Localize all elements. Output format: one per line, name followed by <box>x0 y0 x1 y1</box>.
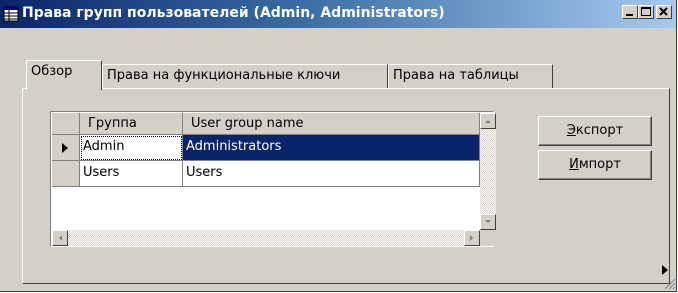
arrow-left-icon <box>59 235 62 241</box>
title-bar[interactable]: Права групп пользователей (Admin, Admini… <box>0 0 676 28</box>
tab-table-rights[interactable]: Права на таблицы <box>388 64 553 88</box>
minimize-button[interactable] <box>622 5 638 19</box>
triangle-right-icon <box>62 143 68 153</box>
tab-function-key-rights[interactable]: Права на функциональные ключи <box>102 64 388 88</box>
tab-overview[interactable]: Обзор <box>26 60 102 90</box>
row-indicator[interactable] <box>52 135 80 161</box>
grid-corner-header <box>52 113 80 135</box>
minimize-icon <box>626 14 633 16</box>
window-title: Права групп пользователей (Admin, Admini… <box>22 5 445 21</box>
dialog-window: Права групп пользователей (Admin, Admini… <box>0 0 677 292</box>
arrow-up-icon <box>485 120 491 123</box>
scroll-left-button[interactable] <box>52 230 68 246</box>
horizontal-scrollbar[interactable] <box>52 230 480 246</box>
table-cell-name[interactable]: Administrators <box>183 135 480 161</box>
triangle-right-icon[interactable] <box>660 264 670 276</box>
close-button[interactable] <box>656 5 672 19</box>
import-button[interactable]: Импорт <box>538 150 652 180</box>
tab-label: Права на функциональные ключи <box>107 68 341 83</box>
table-cell-name[interactable]: Users <box>183 161 480 187</box>
scroll-down-button[interactable] <box>480 214 496 230</box>
tab-label: Обзор <box>31 64 73 79</box>
arrow-down-icon <box>485 220 491 223</box>
table-cell-group[interactable]: Admin <box>80 135 183 161</box>
scroll-right-button[interactable] <box>464 230 480 246</box>
close-icon <box>659 7 668 16</box>
maximize-button[interactable] <box>638 5 654 19</box>
tab-label: Права на таблицы <box>393 68 519 83</box>
maximize-icon <box>641 7 651 16</box>
groups-grid[interactable]: Группа User group name Admin Administrat… <box>50 111 496 247</box>
scrollbar-corner <box>480 230 496 246</box>
row-indicator[interactable] <box>52 161 80 187</box>
export-button[interactable]: Экспорт <box>538 116 652 146</box>
column-header-group[interactable]: Группа <box>80 113 183 135</box>
vertical-scrollbar[interactable] <box>480 113 496 230</box>
table-cell-group[interactable]: Users <box>80 161 183 187</box>
scroll-up-button[interactable] <box>480 113 496 129</box>
arrow-right-icon <box>470 235 473 241</box>
size-grip-icon[interactable] <box>664 278 676 290</box>
table-icon <box>3 6 19 22</box>
column-header-user-group-name[interactable]: User group name <box>183 113 480 135</box>
